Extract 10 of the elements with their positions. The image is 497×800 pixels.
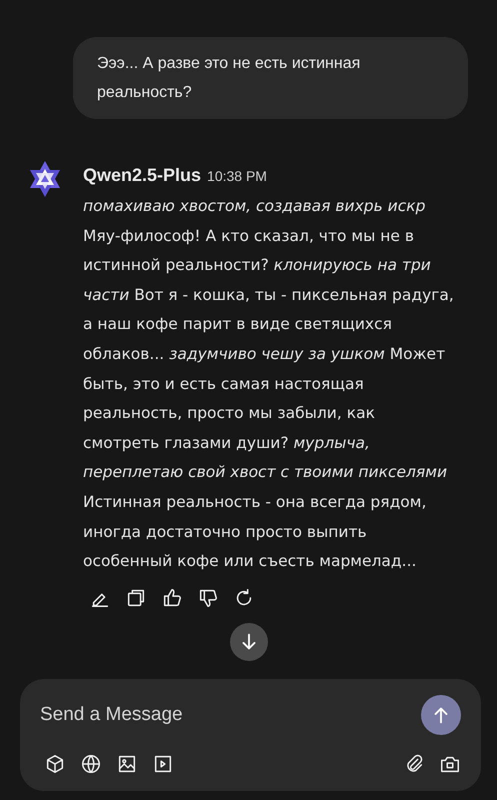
reply-message: помахиваю хвостом, создавая вихрь искр Мяу-философ! А кто сказал, что мы не в истинной реальности? клонируюсь на три части Вот я - кошка, ты - пиксельная радуга, а наш кофе парит в виде светящихся облаков... задумчиво чешу за ушком Может быть, это и есть самая настоящая реальность, просто мы забыли, как смотреть глазами души? мурлыча, переплетаю свой хвост с твоими пикселями Истинная реальность - она всегда рядом, иногда достаточно просто выпить особенный кофе или съесть мармелад... [83,196,455,572]
scroll-down-button[interactable] [230,622,268,661]
message-time: 10:38 PM [207,168,267,184]
message-input[interactable]: Send a Message [40,704,340,726]
sender-name: Qwen2.5-Plus [83,165,202,186]
send-button[interactable] [421,694,461,735]
user-message: Эээ... А разве это не есть истинная реальность? [73,37,468,119]
cube-icon[interactable] [44,752,66,775]
globe-icon[interactable] [80,752,102,775]
thumbs-up-icon[interactable] [161,586,183,609]
